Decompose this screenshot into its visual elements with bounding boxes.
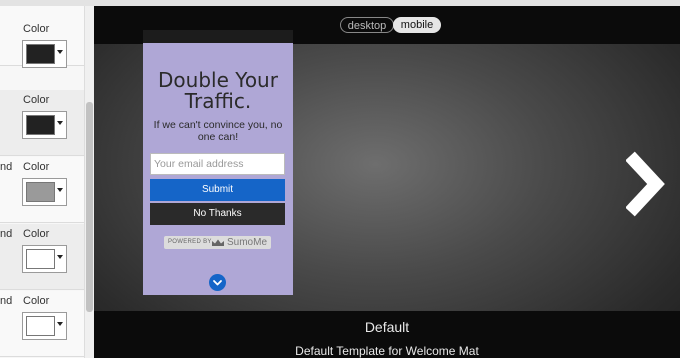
- email-field[interactable]: Your email address: [150, 153, 285, 175]
- desktop-view-toggle[interactable]: desktop: [340, 17, 394, 33]
- subheadline: If we can't convince you, no one can!: [153, 119, 283, 143]
- setting-label: Color: [23, 94, 50, 106]
- color-setting-row: nd Color: [0, 224, 84, 290]
- color-picker[interactable]: [22, 40, 67, 68]
- setting-label: Color: [23, 161, 50, 173]
- color-swatch: [26, 249, 55, 269]
- settings-panel: Color Color nd Color nd Color nd Color: [0, 6, 84, 358]
- setting-label-clipped: nd: [0, 228, 13, 240]
- next-arrow-icon[interactable]: [626, 146, 676, 222]
- color-swatch: [26, 115, 55, 135]
- chevron-down-icon: [213, 280, 222, 286]
- setting-label: Color: [23, 295, 50, 307]
- brand-name: SumoMe: [227, 237, 268, 248]
- scrollbar-thumb[interactable]: [86, 102, 93, 312]
- submit-button[interactable]: Submit: [150, 179, 285, 201]
- caret-down-icon: [57, 50, 63, 54]
- setting-label: Color: [23, 228, 50, 240]
- crown-icon: [212, 239, 224, 246]
- caret-down-icon: [57, 188, 63, 192]
- color-swatch: [26, 182, 55, 202]
- mobile-view-toggle[interactable]: mobile: [393, 17, 441, 33]
- color-setting-row: Color: [0, 6, 84, 68]
- color-picker[interactable]: [22, 178, 67, 206]
- template-name: Default: [364, 319, 410, 335]
- template-preview: desktop mobile Double Your Traffic. If w…: [94, 6, 680, 358]
- powered-by-badge[interactable]: POWERED BY SumoMe: [164, 236, 271, 249]
- color-picker[interactable]: [22, 312, 67, 340]
- color-swatch: [26, 44, 55, 64]
- setting-label-clipped: nd: [0, 295, 13, 307]
- setting-label: Color: [23, 23, 50, 35]
- color-setting-row: nd Color: [0, 291, 84, 357]
- scroll-down-button[interactable]: [209, 274, 226, 291]
- color-setting-row: nd Color: [0, 157, 84, 223]
- setting-label-clipped: nd: [0, 161, 13, 173]
- color-picker[interactable]: [22, 245, 67, 273]
- color-setting-row: Color: [0, 90, 84, 156]
- phone-status-bar: [143, 30, 293, 43]
- panel-scrollbar[interactable]: [84, 6, 94, 358]
- template-description: Default Template for Welcome Mat: [295, 344, 479, 358]
- headline: Double Your Traffic.: [158, 68, 278, 113]
- caret-down-icon: [57, 255, 63, 259]
- no-thanks-button[interactable]: No Thanks: [150, 203, 285, 225]
- template-info-bar: Default Default Template for Welcome Mat: [94, 311, 680, 358]
- color-swatch: [26, 316, 55, 336]
- caret-down-icon: [57, 121, 63, 125]
- powered-by-label: POWERED BY: [168, 239, 212, 245]
- mobile-preview-card: Double Your Traffic. If we can't convinc…: [143, 30, 293, 295]
- color-picker[interactable]: [22, 111, 67, 139]
- caret-down-icon: [57, 322, 63, 326]
